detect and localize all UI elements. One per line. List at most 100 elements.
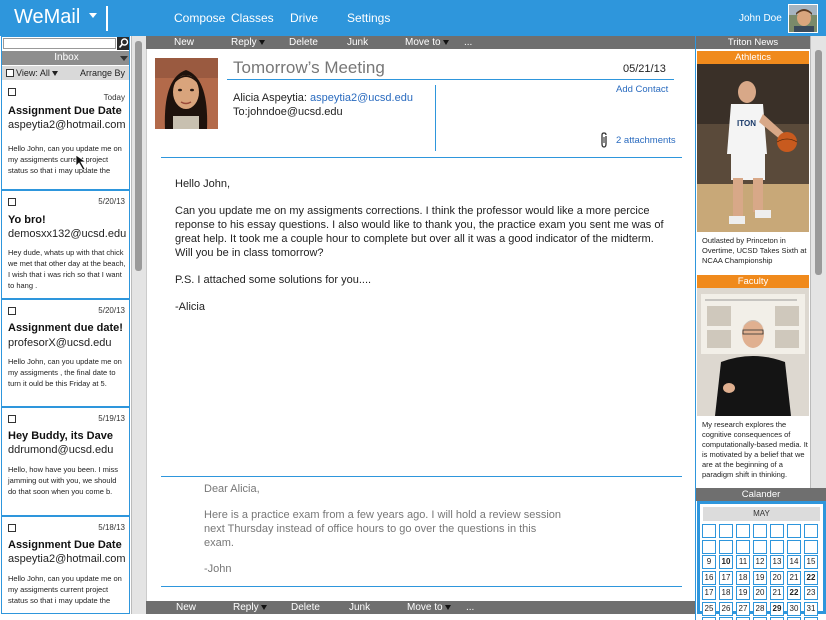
delete-button[interactable]: Delete <box>291 601 320 614</box>
paperclip-icon[interactable] <box>598 131 610 149</box>
calendar-day[interactable] <box>804 524 818 538</box>
calendar-day[interactable] <box>753 539 767 554</box>
calendar-day[interactable]: 18 <box>736 570 750 585</box>
calendar-day[interactable]: 22 <box>787 586 801 600</box>
select-all-checkbox[interactable] <box>6 69 14 77</box>
calendar-day[interactable]: 12 <box>753 555 767 569</box>
calendar-day[interactable]: 23 <box>804 586 818 600</box>
nav-classes[interactable]: Classes <box>231 11 274 25</box>
mouse-cursor-icon <box>75 154 88 171</box>
news-image-faculty[interactable] <box>697 288 809 416</box>
news-scroll-thumb[interactable] <box>815 50 822 275</box>
calendar-day[interactable]: 21 <box>770 586 784 600</box>
calendar-day[interactable] <box>702 539 716 554</box>
calendar-day[interactable]: 25 <box>702 601 716 616</box>
reply-label: Reply <box>233 602 259 613</box>
news-image-athletics[interactable]: ITON <box>697 64 809 232</box>
move-to-button[interactable]: Move to <box>407 601 451 614</box>
mail-checkbox[interactable] <box>8 524 16 532</box>
news-caption-faculty[interactable]: My research explores the cognitive conse… <box>702 420 808 480</box>
mail-list-item[interactable]: Today Assignment Due Date aspeytia2@hotm… <box>2 81 129 190</box>
junk-button[interactable]: Junk <box>347 36 368 49</box>
calendar-day[interactable]: 13 <box>770 555 784 569</box>
app-logo[interactable]: WeMail <box>14 6 80 29</box>
reply-button[interactable]: Reply <box>231 36 265 49</box>
mail-list-item[interactable]: 5/20/13 Yo bro! demosxx132@ucsd.edu Hey … <box>2 189 129 298</box>
nav-drive[interactable]: Drive <box>290 11 318 25</box>
mail-sender: aspeytia2@hotmail.com <box>8 553 126 565</box>
user-name[interactable]: John Doe <box>739 13 782 24</box>
calendar-day[interactable] <box>702 524 716 538</box>
new-button[interactable]: New <box>174 36 194 49</box>
calendar-day[interactable]: 20 <box>753 586 767 600</box>
attachments-link[interactable]: 2 attachments <box>616 135 676 146</box>
nav-compose[interactable]: Compose <box>174 11 225 25</box>
mail-checkbox[interactable] <box>8 198 16 206</box>
mail-list-item[interactable]: 5/20/13 Assignment due date! profesorX@u… <box>2 298 129 407</box>
news-caption-athletics[interactable]: Outlasted by Princeton in Overtime, UCSD… <box>702 236 808 266</box>
news-category-athletics[interactable]: Athletics <box>697 51 809 64</box>
mail-checkbox[interactable] <box>8 415 16 423</box>
calendar-day[interactable] <box>736 539 750 554</box>
more-button[interactable]: ... <box>466 601 474 614</box>
reply-paragraph: Here is a practice exam from a few years… <box>204 509 562 549</box>
header-divider <box>161 157 682 158</box>
junk-button[interactable]: Junk <box>349 601 370 614</box>
mail-checkbox[interactable] <box>8 307 16 315</box>
inbox-folder-dropdown[interactable]: Inbox <box>2 51 129 65</box>
search-input[interactable] <box>3 38 116 49</box>
calendar-day[interactable]: 16 <box>702 570 716 585</box>
calendar-day[interactable]: 27 <box>736 601 750 616</box>
nav-settings[interactable]: Settings <box>347 11 390 25</box>
app-menu-caret-icon[interactable] <box>89 13 97 18</box>
calendar-day[interactable] <box>719 539 733 554</box>
view-filter-dropdown[interactable]: View: All <box>16 66 58 80</box>
body-greeting: Hello John, <box>175 178 231 190</box>
news-scrollbar[interactable] <box>810 36 826 488</box>
new-button[interactable]: New <box>176 601 196 614</box>
view-filter-row: View: All Arrange By <box>2 66 129 91</box>
calendar-day[interactable]: 29 <box>770 601 784 616</box>
calendar-day[interactable]: 20 <box>770 570 784 585</box>
news-category-faculty[interactable]: Faculty <box>697 275 809 288</box>
calendar-day[interactable]: 19 <box>736 586 750 600</box>
calendar-day[interactable]: 17 <box>719 570 733 585</box>
inbox-scrollbar[interactable] <box>131 36 146 614</box>
search-button[interactable] <box>117 37 129 50</box>
sender-email-link[interactable]: aspeytia2@ucsd.edu <box>310 92 413 104</box>
mail-list-item[interactable]: 5/19/13 Hey Buddy, its Dave ddrumond@ucs… <box>2 406 129 516</box>
user-avatar[interactable] <box>788 4 818 33</box>
calendar-day[interactable]: 17 <box>702 586 716 600</box>
calendar-day[interactable] <box>719 524 733 538</box>
more-button[interactable]: ... <box>464 36 472 49</box>
calendar-day[interactable] <box>736 524 750 538</box>
calendar-day[interactable]: 15 <box>804 555 818 569</box>
calendar-day[interactable]: 28 <box>753 601 767 616</box>
delete-button[interactable]: Delete <box>289 36 318 49</box>
calendar-day[interactable] <box>787 539 801 554</box>
mail-list-item[interactable]: 5/18/13 Assignment Due Date aspeytia2@ho… <box>2 515 129 613</box>
calendar-day[interactable]: 19 <box>753 570 767 585</box>
calendar-day[interactable]: 21 <box>787 570 801 585</box>
add-contact-link[interactable]: Add Contact <box>616 84 668 95</box>
mail-checkbox[interactable] <box>8 88 16 96</box>
calendar-day[interactable]: 18 <box>719 586 733 600</box>
calendar-day[interactable]: 22 <box>804 570 818 585</box>
calendar-day[interactable] <box>753 524 767 538</box>
inbox-scroll-thumb[interactable] <box>135 41 142 271</box>
calendar-day[interactable]: 11 <box>736 555 750 569</box>
calendar-day[interactable] <box>804 539 818 554</box>
calendar-day[interactable]: 26 <box>719 601 733 616</box>
calendar-day[interactable]: 10 <box>719 555 733 569</box>
move-to-button[interactable]: Move to <box>405 36 449 49</box>
calendar-day[interactable]: 9 <box>702 555 716 569</box>
reply-compose-area[interactable]: Dear Alicia, Here is a practice exam fro… <box>204 482 564 588</box>
calendar-day[interactable]: 30 <box>787 601 801 616</box>
svg-text:ITON: ITON <box>737 119 756 128</box>
calendar-day[interactable] <box>787 524 801 538</box>
reply-button[interactable]: Reply <box>233 601 267 614</box>
calendar-day[interactable]: 14 <box>787 555 801 569</box>
calendar-day[interactable]: 31 <box>804 601 818 616</box>
calendar-day[interactable] <box>770 539 784 554</box>
calendar-day[interactable] <box>770 524 784 538</box>
